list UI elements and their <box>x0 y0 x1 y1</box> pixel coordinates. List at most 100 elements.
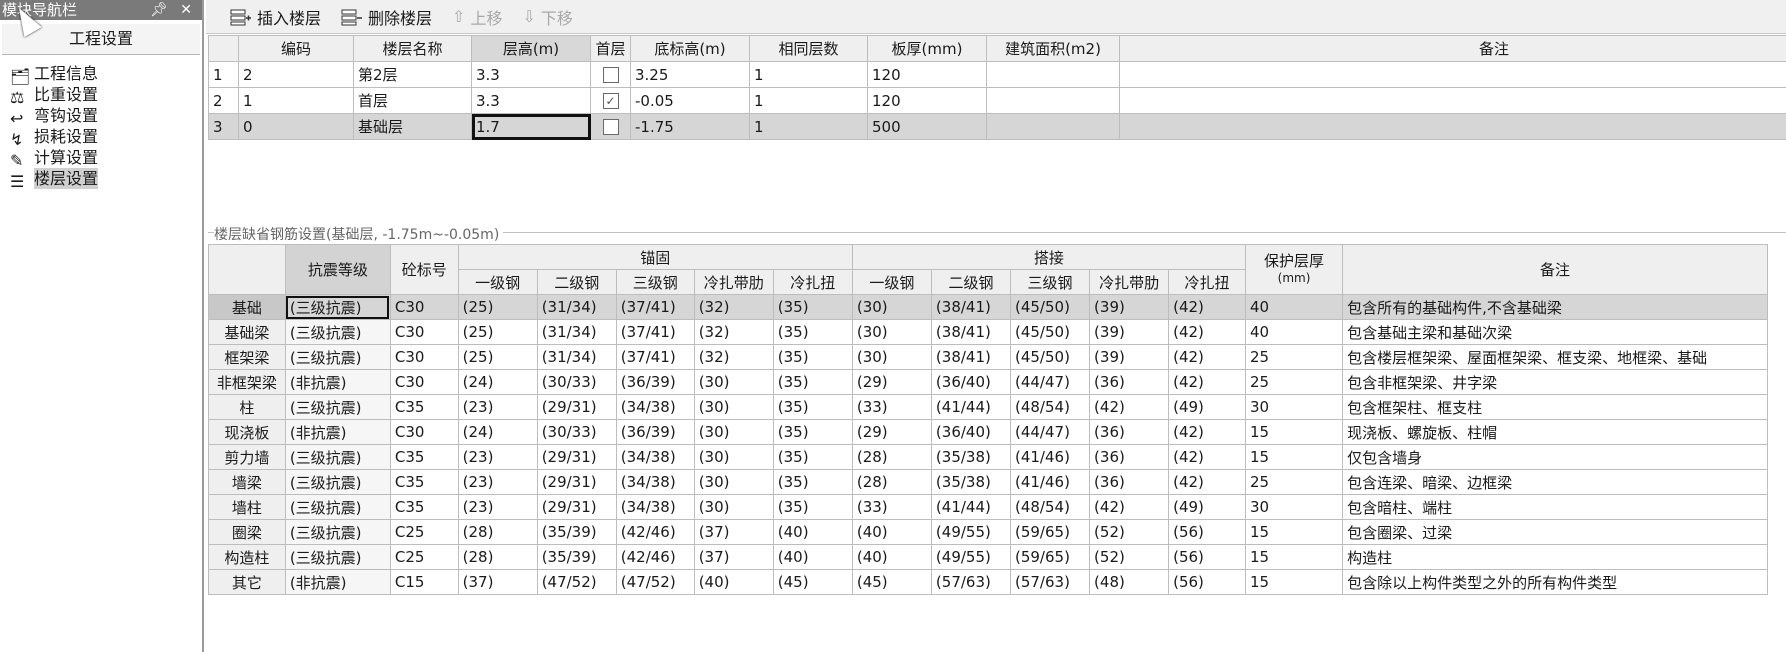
lap-cell[interactable]: (38/41) <box>930 294 1011 320</box>
floor-cell-code[interactable]: 0 <box>238 113 354 140</box>
anchor-cell[interactable]: (36/39) <box>615 369 695 395</box>
anchor-cell[interactable]: (37/41) <box>615 319 695 345</box>
cover-cell[interactable]: 25 <box>1244 469 1344 495</box>
lap-cell[interactable]: (48/54) <box>1009 394 1091 420</box>
floor-cell-slab[interactable]: 500 <box>867 113 987 140</box>
floor-cell-height[interactable]: 3.3 <box>471 87 591 114</box>
anchor-cell[interactable]: (40) <box>772 519 853 545</box>
anchor-cell[interactable]: (23) <box>457 469 538 495</box>
anchor-cell[interactable]: (24) <box>457 369 538 395</box>
lap-cell[interactable]: (49) <box>1168 494 1246 520</box>
anchor-cell[interactable]: (29/31) <box>536 469 617 495</box>
anchor-cell[interactable]: (40) <box>693 569 774 595</box>
anchor-cell[interactable]: (35/39) <box>536 544 617 570</box>
note-cell[interactable]: 包含所有的基础构件,不含基础梁 <box>1342 294 1768 320</box>
concrete-grade-cell[interactable]: C30 <box>389 419 459 445</box>
floor-cell-code[interactable]: 1 <box>238 87 354 114</box>
concrete-grade-cell[interactable]: C30 <box>389 369 459 395</box>
lap-cell[interactable]: (49/55) <box>930 519 1011 545</box>
lap-cell[interactable]: (49) <box>1168 394 1246 420</box>
anchor-cell[interactable]: (40) <box>772 544 853 570</box>
anchor-cell[interactable]: (29/31) <box>536 494 617 520</box>
rebar-row[interactable]: 墙柱 (三级抗震) C35 (23) (29/31) (34/38) (30) (35) (33… <box>208 494 1768 520</box>
floor-cell-slab[interactable]: 120 <box>867 61 987 88</box>
lap-cell[interactable]: (59/65) <box>1009 544 1091 570</box>
seismic-grade-cell[interactable]: (非抗震) <box>284 569 391 595</box>
cover-cell[interactable]: 15 <box>1244 569 1344 595</box>
seismic-grade-cell[interactable]: (非抗震) <box>284 419 391 445</box>
lap-cell[interactable]: (42) <box>1168 369 1246 395</box>
cover-thickness-header[interactable]: 保护层厚 (mm) <box>1244 244 1344 295</box>
anchor-cell[interactable]: (35) <box>772 369 853 395</box>
note-cell[interactable]: 包含楼层框架梁、屋面框架梁、框支梁、地框梁、基础 <box>1342 344 1768 370</box>
lap-cell[interactable]: (42) <box>1168 444 1246 470</box>
cover-cell[interactable]: 15 <box>1244 544 1344 570</box>
anchor-cell[interactable]: (37/41) <box>615 294 695 320</box>
lap-cell[interactable]: (39) <box>1089 344 1170 370</box>
seismic-grade-cell[interactable]: (三级抗震) <box>284 344 391 370</box>
lap-cell[interactable]: (42) <box>1168 319 1246 345</box>
floor-row[interactable]: 1 2 第2层 3.3 3.25 1 120 <box>208 61 1786 88</box>
floor-cell-area[interactable] <box>986 113 1120 140</box>
anchor-cell[interactable]: (35) <box>772 419 853 445</box>
rebar-row[interactable]: 基础 (三级抗震) C30 (25) (31/34) (37/41) (32) (35) (30… <box>208 294 1768 320</box>
lap-cell[interactable]: (35/38) <box>930 469 1011 495</box>
note-cell[interactable]: 仅包含墙身 <box>1342 444 1768 470</box>
floor-cell-same[interactable]: 1 <box>749 61 868 88</box>
concrete-grade-cell[interactable]: C30 <box>389 344 459 370</box>
lap-cell[interactable]: (41/44) <box>930 394 1011 420</box>
lap-cell[interactable]: (28) <box>851 469 932 495</box>
nav-item-3[interactable]: ↯ 损耗设置 <box>10 126 202 149</box>
note-cell[interactable]: 包含框架柱、框支柱 <box>1342 394 1768 420</box>
concrete-grade-cell[interactable]: C35 <box>389 469 459 495</box>
anchor-cell[interactable]: (36/39) <box>615 419 695 445</box>
rebar-row[interactable]: 其它 (非抗震) C15 (37) (47/52) (47/52) (40) (45) (45)… <box>208 569 1768 595</box>
cover-cell[interactable]: 25 <box>1244 369 1344 395</box>
anchor-cell[interactable]: (30) <box>693 494 774 520</box>
anchor-cell[interactable]: (37/41) <box>615 344 695 370</box>
lap-cell[interactable]: (30) <box>851 319 932 345</box>
lap-cell[interactable]: (39) <box>1089 294 1170 320</box>
floor-cell-name[interactable]: 首层 <box>353 87 472 114</box>
first-floor-checkbox[interactable] <box>602 67 619 83</box>
anchor-cell[interactable]: (34/38) <box>615 469 695 495</box>
floor-cell-base[interactable]: 3.25 <box>630 61 750 88</box>
concrete-grade-cell[interactable]: C35 <box>389 494 459 520</box>
rebar-row[interactable]: 墙梁 (三级抗震) C35 (23) (29/31) (34/38) (30) (35) (28… <box>208 469 1768 495</box>
nav-item-5[interactable]: ☰ 楼层设置 <box>10 168 202 191</box>
anchor-cell[interactable]: (35) <box>772 394 853 420</box>
floor-cell-area[interactable] <box>986 61 1120 88</box>
lap-cell[interactable]: (56) <box>1168 519 1246 545</box>
anchor-cell[interactable]: (35) <box>772 344 853 370</box>
anchor-cell[interactable]: (47/52) <box>615 569 695 595</box>
rebar-row[interactable]: 框架梁 (三级抗震) C30 (25) (31/34) (37/41) (32) (35) (3… <box>208 344 1768 370</box>
floor-cell-first[interactable]: ✓ <box>590 87 631 114</box>
anchor-cell[interactable]: (31/34) <box>536 344 617 370</box>
floor-cell-name[interactable]: 基础层 <box>353 113 472 140</box>
anchor-cell[interactable]: (37) <box>457 569 538 595</box>
anchor-cell[interactable]: (23) <box>457 444 538 470</box>
move-up-button[interactable]: ⇧ 上移 <box>452 5 502 29</box>
lap-cell[interactable]: (59/65) <box>1009 519 1091 545</box>
concrete-grade-header[interactable]: 砼标号 <box>389 244 459 295</box>
anchor-cell[interactable]: (23) <box>457 494 538 520</box>
cover-cell[interactable]: 15 <box>1244 444 1344 470</box>
anchor-cell[interactable]: (28) <box>457 544 538 570</box>
lap-cell[interactable]: (57/63) <box>1009 569 1091 595</box>
anchor-cell[interactable]: (31/34) <box>536 294 617 320</box>
lap-cell[interactable]: (49/55) <box>930 544 1011 570</box>
anchor-cell[interactable]: (25) <box>457 294 538 320</box>
close-icon[interactable]: ✕ <box>180 0 192 20</box>
lap-cell[interactable]: (57/63) <box>930 569 1011 595</box>
floors-col-header-5[interactable]: 底标高(m) <box>630 35 750 62</box>
nav-item-0[interactable]: 🗂︎ 工程信息 <box>10 63 202 86</box>
anchor-cell[interactable]: (32) <box>693 344 774 370</box>
anchor-cell[interactable]: (30) <box>693 394 774 420</box>
note-cell[interactable]: 包含基础主梁和基础次梁 <box>1342 319 1768 345</box>
floor-cell-first[interactable] <box>590 61 631 88</box>
anchor-cell[interactable]: (28) <box>457 519 538 545</box>
anchor-cell[interactable]: (45) <box>772 569 853 595</box>
anchor-cell[interactable]: (32) <box>693 294 774 320</box>
lap-cell[interactable]: (44/47) <box>1009 369 1091 395</box>
concrete-grade-cell[interactable]: C30 <box>389 294 459 320</box>
